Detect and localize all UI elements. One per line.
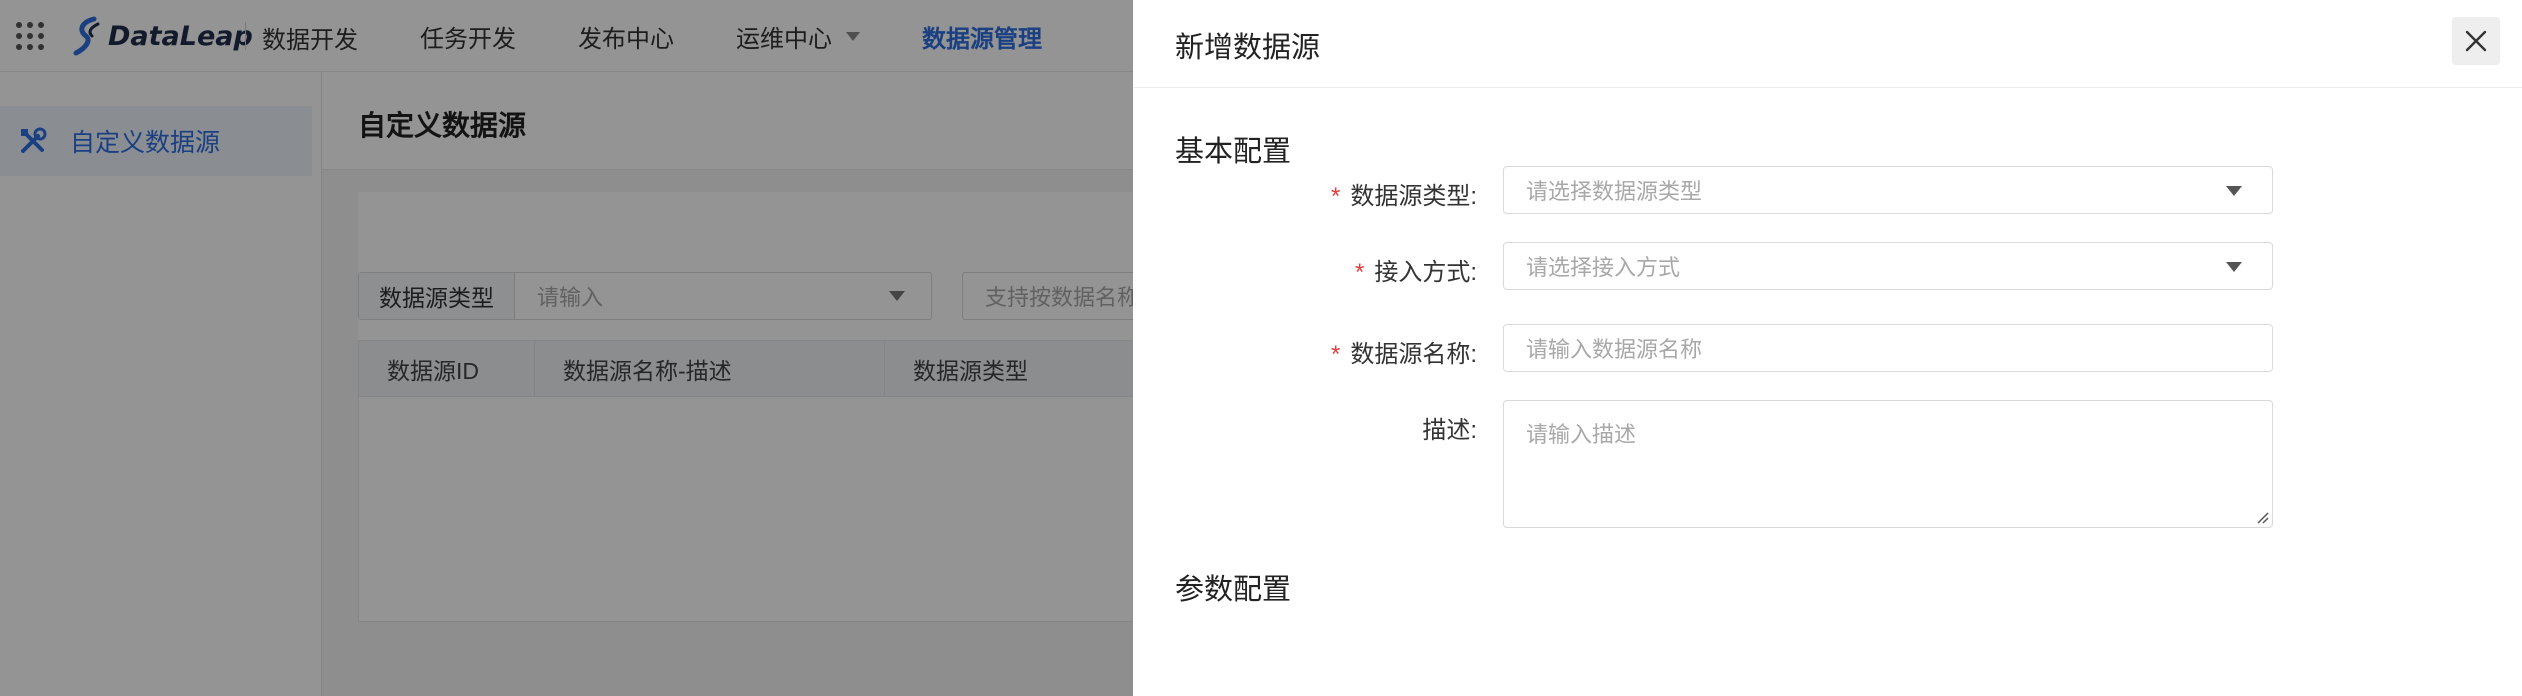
close-icon xyxy=(2465,30,2487,52)
caret-down-icon xyxy=(2226,262,2242,272)
resize-grip-icon[interactable] xyxy=(2255,510,2269,524)
caret-down-icon xyxy=(2226,186,2242,196)
description-textarea[interactable]: 请输入描述 xyxy=(1503,400,2273,528)
section-title-params: 参数配置 xyxy=(1175,574,1292,606)
add-datasource-drawer: 新增数据源 基本配置 * 数据源类型: 请选择数据源类型 * 接入方式: 请选择接入… xyxy=(1133,0,2522,696)
drawer-title: 新增数据源 xyxy=(1175,32,1321,64)
form-label: * 接入方式: xyxy=(1133,252,1477,287)
form-label: * 数据源名称: xyxy=(1133,334,1477,369)
form-label: 描述: xyxy=(1422,417,1477,444)
section-title-basic: 基本配置 xyxy=(1175,136,1292,168)
access-method-select[interactable]: 请选择接入方式 xyxy=(1503,242,2273,290)
datasource-name-input[interactable]: 请输入数据源名称 xyxy=(1503,324,2273,372)
required-mark: * xyxy=(1330,183,1341,210)
label-text: 数据源类型: xyxy=(1350,183,1477,210)
select-placeholder: 请选择接入方式 xyxy=(1526,255,1681,280)
close-button[interactable] xyxy=(2452,17,2500,65)
required-mark: * xyxy=(1354,259,1365,286)
label-text: 接入方式: xyxy=(1374,259,1477,286)
form-label: * 数据源类型: xyxy=(1133,176,1477,211)
required-mark: * xyxy=(1330,341,1341,368)
drawer-header: 新增数据源 xyxy=(1133,0,2522,88)
label-text: 数据源名称: xyxy=(1350,341,1477,368)
select-placeholder: 请选择数据源类型 xyxy=(1526,179,1703,204)
textarea-placeholder: 请输入描述 xyxy=(1526,422,1637,447)
datasource-type-select[interactable]: 请选择数据源类型 xyxy=(1503,166,2273,214)
